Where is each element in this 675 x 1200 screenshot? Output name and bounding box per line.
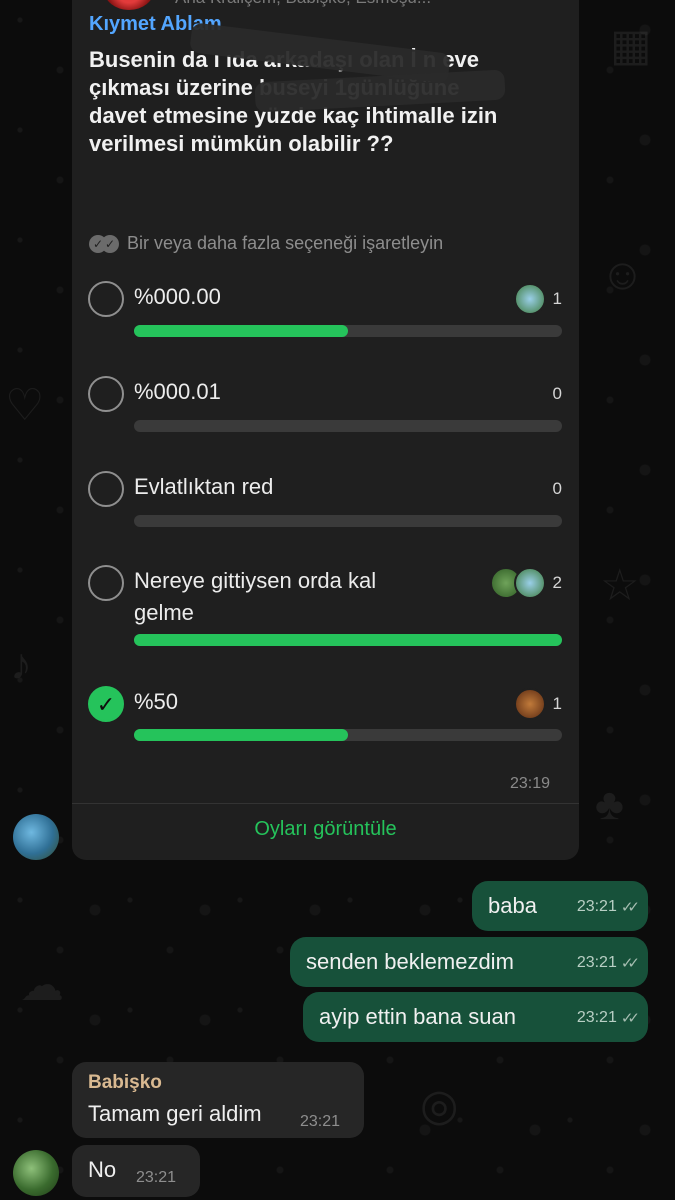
poll-option-label: Evlatlıktan red: [134, 474, 274, 499]
outgoing-message[interactable]: senden beklemezdim 23:21 ✓✓: [290, 937, 648, 987]
heart-doodle-icon: ♡: [5, 381, 45, 430]
outgoing-message[interactable]: ayip ettin bana suan 23:21 ✓✓: [303, 992, 648, 1042]
radio-empty-icon[interactable]: [88, 281, 124, 317]
poll-option-count: 0: [552, 479, 562, 498]
cloud-doodle-icon: ☁: [20, 961, 64, 1010]
voter-avatar[interactable]: [514, 688, 546, 720]
message-meta: 23:21 ✓✓: [576, 954, 640, 972]
message-time: 23:21: [576, 954, 617, 971]
poll-option-label: %000.01: [134, 379, 221, 404]
voter-avatar[interactable]: [514, 283, 546, 315]
view-votes-button[interactable]: Oyları görüntüle: [72, 818, 579, 841]
radio-empty-icon[interactable]: [88, 376, 124, 412]
message-time: 23:21: [576, 898, 617, 915]
read-ticks-icon: ✓✓: [620, 955, 640, 972]
poll-option-label: %50: [134, 689, 179, 714]
message-text: Tamam geri aldim: [88, 1101, 262, 1126]
message-text: No: [88, 1157, 117, 1182]
poll-option-bar-fill: [134, 325, 348, 337]
incoming-message[interactable]: Babişko Tamam geri aldim 23:21: [72, 1062, 364, 1138]
poll-option-bar: [134, 420, 562, 432]
message-text: ayip ettin bana suan: [319, 1004, 516, 1029]
message-time: 23:21: [576, 1009, 617, 1026]
poll-option-count: 0: [552, 384, 562, 403]
star-doodle-icon: ☆: [600, 561, 640, 610]
poll-option-bar-fill: [134, 634, 562, 646]
message-text: senden beklemezdim: [306, 949, 514, 974]
poll-option-bar: [134, 515, 562, 527]
ball-doodle-icon: ◎: [420, 1081, 459, 1130]
double-check-icon: ✓ ✓: [89, 234, 119, 253]
calendar-doodle-icon: ▦: [610, 21, 652, 70]
poll-option-count: 1: [552, 289, 562, 308]
message-meta: 23:21 ✓✓: [576, 1009, 640, 1027]
group-members-text: Ana Kraliçem, Babişko, Esmoşu...: [175, 0, 431, 8]
poll-option-bar: [134, 729, 562, 741]
outgoing-message[interactable]: baba 23:21 ✓✓: [472, 881, 648, 931]
message-meta: 23:21 ✓✓: [576, 898, 640, 916]
poll-divider: [72, 803, 579, 804]
smiley-doodle-icon: ☺: [600, 250, 645, 299]
poll-option-bar: [134, 325, 562, 337]
music-doodle-icon: ♪: [10, 640, 32, 689]
poll-option-label: %000.00: [134, 284, 221, 309]
poll-option-count: 2: [552, 573, 562, 592]
sender-avatar[interactable]: [13, 814, 59, 860]
read-ticks-icon: ✓✓: [620, 899, 640, 916]
voter-avatar[interactable]: [514, 567, 546, 599]
poll-option-bar-fill: [134, 729, 348, 741]
poll-option[interactable]: ✓ %50 1: [86, 686, 566, 746]
poll-option-count: 1: [552, 694, 562, 713]
tree-doodle-icon: ♣: [595, 780, 624, 829]
poll-option-bar: [134, 634, 562, 646]
poll-option[interactable]: Evlatlıktan red 0: [86, 471, 566, 531]
message-time: 23:21: [136, 1169, 177, 1186]
poll-hint-text: Bir veya daha fazla seçeneği işaretleyin: [127, 233, 444, 253]
poll-option[interactable]: %000.00 1: [86, 281, 566, 341]
message-text: baba: [488, 893, 537, 918]
poll-option[interactable]: %000.01 0: [86, 376, 566, 436]
poll-option-label: Nereye gittiysen orda kal gelme: [134, 568, 377, 625]
incoming-message[interactable]: No 23:21: [72, 1145, 200, 1197]
message-time: 23:21: [300, 1113, 341, 1130]
radio-empty-icon[interactable]: [88, 565, 124, 601]
poll-hint: ✓ ✓ Bir veya daha fazla seçeneği işaretle…: [89, 233, 443, 254]
read-ticks-icon: ✓✓: [620, 1010, 640, 1027]
radio-checked-icon[interactable]: ✓: [88, 686, 124, 722]
message-sender-name[interactable]: Babişko: [88, 1072, 162, 1094]
sender-avatar[interactable]: [13, 1150, 59, 1196]
poll-timestamp: 23:19: [510, 775, 551, 792]
radio-empty-icon[interactable]: [88, 471, 124, 507]
poll-option[interactable]: Nereye gittiysen orda kal gelme 2: [86, 565, 566, 650]
